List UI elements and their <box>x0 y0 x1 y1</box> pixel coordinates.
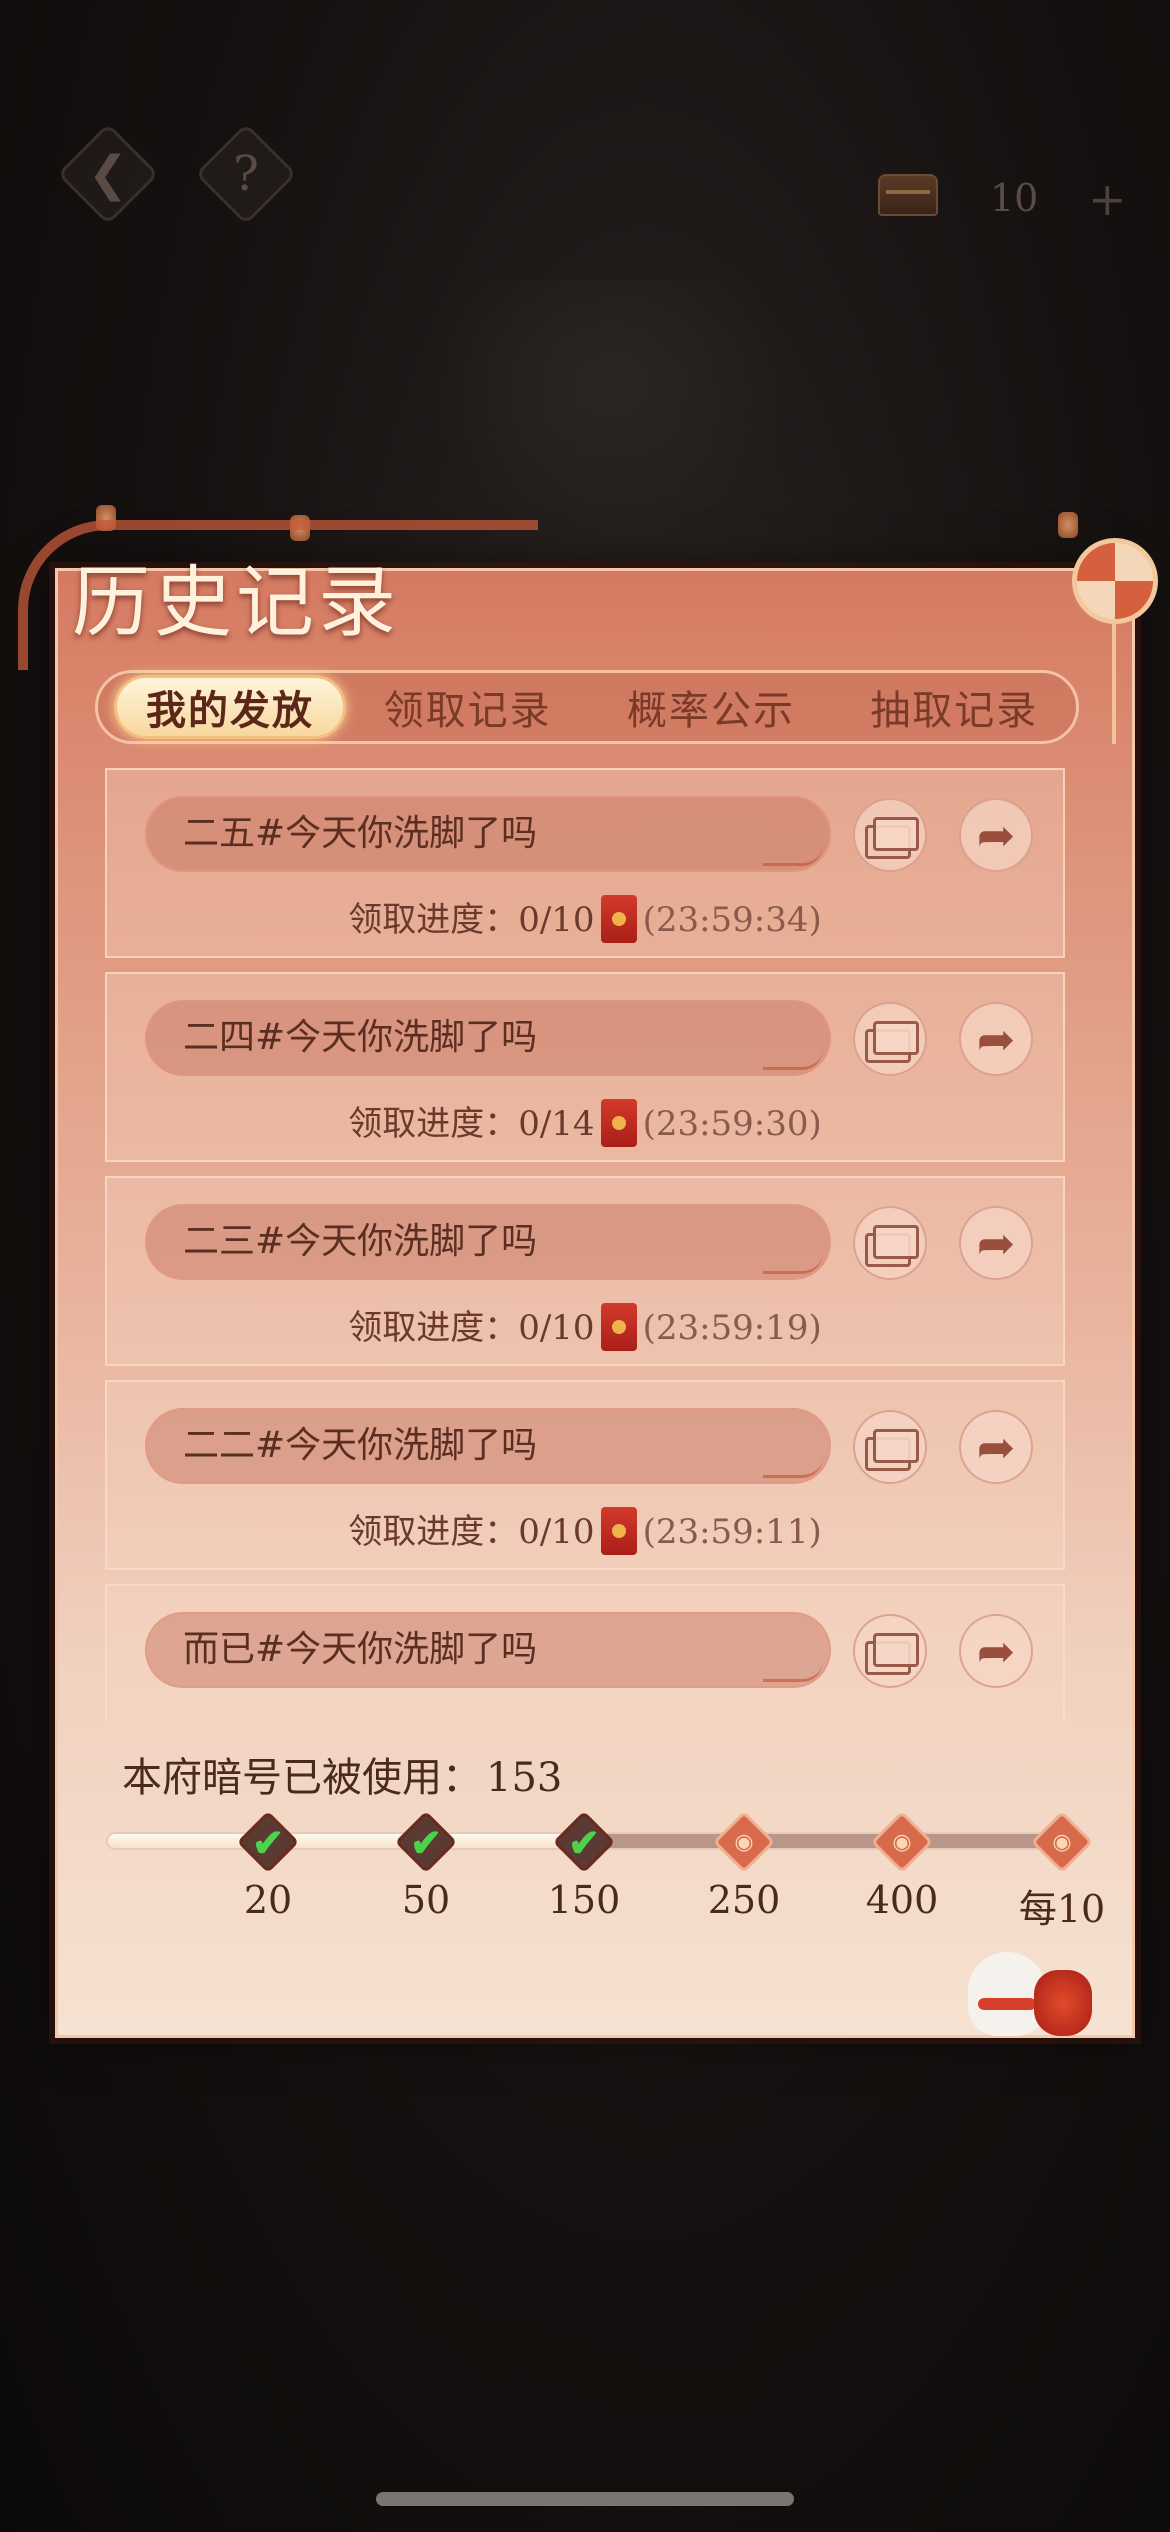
record-name: 二五#今天你洗脚了吗 <box>145 796 831 872</box>
progress-value: 0/14 <box>518 1104 595 1144</box>
milestone-label: 400 <box>865 1878 939 1922</box>
red-envelope-icon <box>600 1099 637 1147</box>
milestone-bag-icon: ◉ <box>734 1829 754 1855</box>
copy-button[interactable] <box>853 1410 927 1484</box>
milestone-bag-icon: ◉ <box>892 1829 912 1855</box>
milestone-label: 150 <box>547 1878 621 1922</box>
add-currency-button[interactable]: + <box>1088 172 1127 226</box>
milestone-label: 20 <box>243 1878 293 1922</box>
record-name: 二四#今天你洗脚了吗 <box>145 1000 831 1076</box>
corner-ornament-icon <box>1072 538 1158 624</box>
tab-bar: 我的发放 领取记录 概率公示 抽取记录 <box>95 670 1079 744</box>
milestone-reward-every10[interactable]: ◉ <box>1030 1810 1094 1874</box>
record-row: 二二#今天你洗脚了吗 ➦ 领取进度：0/10 (23:59:11) <box>105 1380 1065 1570</box>
milestone-label: 50 <box>401 1878 451 1922</box>
milestone-label: 250 <box>707 1878 781 1922</box>
chest-icon <box>878 174 938 216</box>
copy-icon <box>865 1429 919 1471</box>
copy-icon <box>865 1633 919 1675</box>
usage-counter: 本府暗号已被使用： 153 <box>122 1745 562 1803</box>
progress-value: 0/10 <box>518 1512 595 1552</box>
record-progress: 领取进度：0/10 (23:59:34) <box>107 892 1063 946</box>
record-time: (23:59:30) <box>642 1104 822 1144</box>
record-time: (23:59:34) <box>642 900 822 940</box>
usage-label: 本府暗号已被使用： <box>122 1755 482 1801</box>
back-button[interactable]: ❮ <box>62 128 154 220</box>
red-envelope-icon <box>600 1507 637 1555</box>
record-progress: 领取进度：0/14 (23:59:30) <box>107 1096 1063 1150</box>
lucky-bag-icon <box>1034 1970 1092 2036</box>
milestone-check-icon: ✔ <box>252 1819 284 1865</box>
currency-count: 10 <box>990 176 1039 220</box>
milestone-reward-50[interactable]: ✔ <box>394 1810 458 1874</box>
record-name: 而已#今天你洗脚了吗 <box>145 1612 831 1688</box>
milestone-reward-20[interactable]: ✔ <box>236 1810 300 1874</box>
copy-button[interactable] <box>853 1002 927 1076</box>
usage-value: 153 <box>486 1755 563 1801</box>
lantern-decoration <box>1058 512 1078 538</box>
record-time: (23:59:19) <box>642 1308 822 1348</box>
milestone-bag-icon: ◉ <box>1052 1829 1072 1855</box>
tab-claim-records[interactable]: 领取记录 <box>346 673 589 741</box>
record-row: 而已#今天你洗脚了吗 ➦ <box>105 1584 1065 1723</box>
progress-label: 领取进度： <box>348 1512 519 1552</box>
help-icon: ? <box>233 146 259 202</box>
copy-button[interactable] <box>853 798 927 872</box>
share-arrow-icon: ➦ <box>976 1012 1016 1066</box>
share-arrow-icon: ➦ <box>976 1420 1016 1474</box>
record-row: 二四#今天你洗脚了吗 ➦ 领取进度：0/14 (23:59:30) <box>105 972 1065 1162</box>
milestone-reward-150[interactable]: ✔ <box>552 1810 616 1874</box>
copy-icon <box>865 1225 919 1267</box>
milestone-label: 每10 <box>1018 1887 1106 1931</box>
share-button[interactable]: ➦ <box>959 1410 1033 1484</box>
back-arrow-icon: ❮ <box>87 146 129 202</box>
record-progress: 领取进度：0/10 (23:59:11) <box>107 1504 1063 1558</box>
milestone-check-icon: ✔ <box>410 1819 442 1865</box>
record-list[interactable]: 二五#今天你洗脚了吗 ➦ 领取进度：0/10 (23:59:34) 二四#今天你洗… <box>105 768 1065 1723</box>
record-time: (23:59:11) <box>642 1512 822 1552</box>
share-button[interactable]: ➦ <box>959 1002 1033 1076</box>
tab-my-distribution[interactable]: 我的发放 <box>114 675 346 739</box>
tab-draw-records[interactable]: 抽取记录 <box>833 673 1076 741</box>
progress-value: 0/10 <box>518 900 595 940</box>
copy-icon <box>865 1021 919 1063</box>
help-button[interactable]: ? <box>200 128 292 220</box>
milestone-check-icon: ✔ <box>568 1819 600 1865</box>
copy-button[interactable] <box>853 1614 927 1688</box>
copy-button[interactable] <box>853 1206 927 1280</box>
corner-ornament-line <box>1112 624 1116 744</box>
share-arrow-icon: ➦ <box>976 1624 1016 1678</box>
record-progress: 领取进度：0/10 (23:59:19) <box>107 1300 1063 1354</box>
red-envelope-icon <box>600 1303 637 1351</box>
progress-value: 0/10 <box>518 1308 595 1348</box>
record-row: 二五#今天你洗脚了吗 ➦ 领取进度：0/10 (23:59:34) <box>105 768 1065 958</box>
progress-label: 领取进度： <box>348 1308 519 1348</box>
panel-title: 历史记录 <box>72 558 401 648</box>
usage-progress-fill <box>108 1834 586 1848</box>
milestone-reward-250[interactable]: ◉ <box>712 1810 776 1874</box>
share-button[interactable]: ➦ <box>959 1614 1033 1688</box>
progress-label: 领取进度： <box>348 900 519 940</box>
background-character <box>430 280 790 540</box>
record-row: 二三#今天你洗脚了吗 ➦ 领取进度：0/10 (23:59:19) <box>105 1176 1065 1366</box>
tab-probability[interactable]: 概率公示 <box>589 673 832 741</box>
home-indicator[interactable] <box>376 2492 794 2506</box>
progress-label: 领取进度： <box>348 1104 519 1144</box>
share-arrow-icon: ➦ <box>976 1216 1016 1270</box>
red-envelope-icon <box>600 895 637 943</box>
copy-icon <box>865 817 919 859</box>
share-button[interactable]: ➦ <box>959 1206 1033 1280</box>
share-button[interactable]: ➦ <box>959 798 1033 872</box>
record-name: 二二#今天你洗脚了吗 <box>145 1408 831 1484</box>
record-name: 二三#今天你洗脚了吗 <box>145 1204 831 1280</box>
milestone-reward-400[interactable]: ◉ <box>870 1810 934 1874</box>
share-arrow-icon: ➦ <box>976 808 1016 862</box>
